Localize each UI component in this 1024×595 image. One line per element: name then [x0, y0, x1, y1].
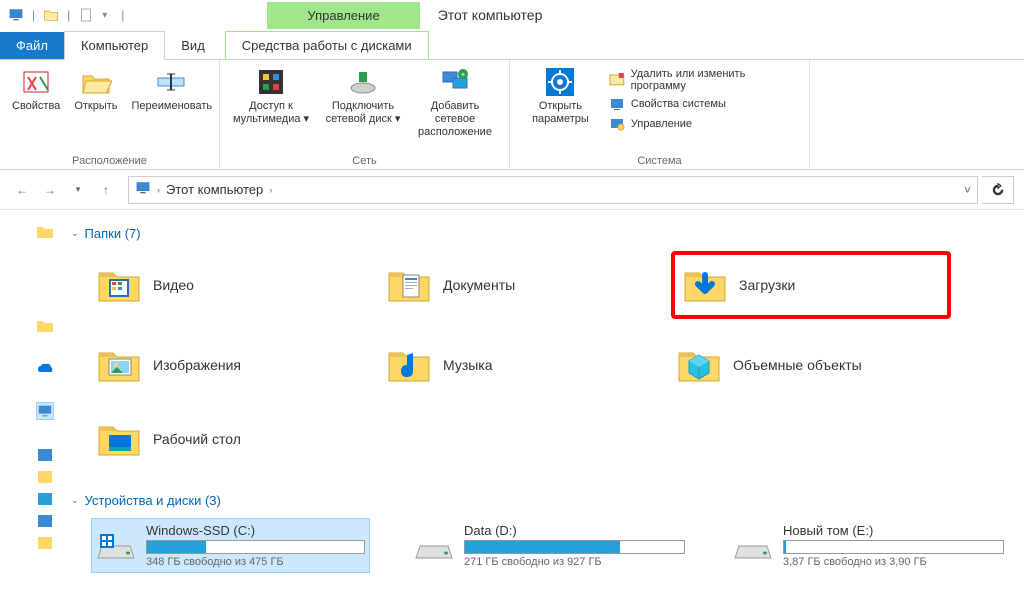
chevron-down-icon: ⌄ — [71, 495, 79, 506]
drive-item[interactable]: Data (D:) 271 ГБ свободно из 927 ГБ — [410, 518, 689, 573]
address-dropdown-icon[interactable]: ˅ — [964, 183, 971, 197]
recent-dropdown[interactable]: ▾ — [66, 178, 90, 202]
qa-doc-icon[interactable] — [78, 7, 94, 23]
back-button[interactable]: ← — [10, 178, 34, 202]
folder-label: Видео — [153, 277, 194, 293]
drive-icon — [96, 526, 136, 566]
content-area: ⌄ Папки (7) Видео Документы Загрузки Изобра… — [55, 210, 1024, 595]
drive-usage-bar — [146, 540, 365, 554]
folder-icon — [385, 341, 433, 389]
sidebar-item[interactable] — [36, 222, 54, 240]
drive-free-text: 348 ГБ свободно из 475 ГБ — [146, 556, 365, 568]
folder-item-video[interactable]: Видео — [91, 251, 371, 319]
tab-computer[interactable]: Компьютер — [64, 31, 165, 60]
forward-button[interactable]: → — [38, 178, 62, 202]
drive-name: Data (D:) — [464, 523, 685, 538]
qa-dropdown-icon[interactable]: ▾ — [102, 10, 107, 21]
ribbon: Свойства Открыть Переименовать Расположе… — [0, 60, 1024, 170]
group-network-label: Сеть — [228, 153, 501, 167]
refresh-button[interactable] — [982, 176, 1014, 204]
breadcrumb-pc-icon — [135, 180, 151, 199]
folder-label: Загрузки — [739, 277, 795, 293]
sidebar-item[interactable] — [36, 446, 54, 464]
add-net-location-button[interactable]: + Добавить сетевое расположение — [412, 64, 498, 142]
media-access-button[interactable]: Доступ к мультимедиа ▾ — [228, 64, 314, 128]
drive-usage-bar — [464, 540, 685, 554]
open-button[interactable]: Открыть — [70, 64, 121, 115]
folder-icon — [385, 261, 433, 309]
chevron-down-icon: ⌄ — [71, 228, 79, 239]
folder-label: Документы — [443, 277, 515, 293]
sidebar-item[interactable] — [36, 490, 54, 508]
tab-file[interactable]: Файл — [0, 32, 64, 59]
folder-item-downloads[interactable]: Загрузки — [671, 251, 951, 319]
drives-section-header[interactable]: ⌄ Устройства и диски (3) — [71, 487, 1008, 514]
folder-item-desktop[interactable]: Рабочий стол — [91, 411, 371, 467]
group-location-label: Расположение — [8, 153, 211, 167]
folder-icon — [95, 415, 143, 463]
svg-text:+: + — [461, 70, 466, 79]
sidebar-item-onedrive[interactable] — [36, 360, 54, 378]
sidebar-item[interactable] — [36, 316, 54, 334]
manage-context-tab[interactable]: Управление — [267, 2, 419, 29]
drive-name: Windows-SSD (C:) — [146, 523, 365, 538]
properties-button[interactable]: Свойства — [8, 64, 64, 115]
folder-item-3d[interactable]: Объемные объекты — [671, 337, 951, 393]
folders-section-header[interactable]: ⌄ Папки (7) — [71, 220, 1008, 247]
tab-drive-tools[interactable]: Средства работы с дисками — [225, 31, 429, 59]
sidebar[interactable] — [0, 210, 55, 595]
sidebar-item-this-pc[interactable] — [36, 402, 54, 420]
chevron-right-icon[interactable]: › — [269, 185, 272, 195]
title-bar: | | ▾ | Управление Этот компьютер — [0, 0, 1024, 30]
drive-icon — [733, 526, 773, 566]
pc-icon — [8, 7, 24, 23]
folder-icon — [95, 341, 143, 389]
map-drive-button[interactable]: Подключить сетевой диск ▾ — [320, 64, 406, 128]
address-row: ← → ▾ ↑ › Этот компьютер › ˅ — [0, 170, 1024, 210]
qa-folder-icon[interactable] — [43, 7, 59, 23]
folder-label: Музыка — [443, 357, 493, 373]
sidebar-item[interactable] — [36, 512, 54, 530]
folder-item-pictures[interactable]: Изображения — [91, 337, 371, 393]
drive-free-text: 3,87 ГБ свободно из 3,90 ГБ — [783, 556, 1004, 568]
drive-free-text: 271 ГБ свободно из 927 ГБ — [464, 556, 685, 568]
drive-item[interactable]: Новый том (E:) 3,87 ГБ свободно из 3,90 Г… — [729, 518, 1008, 573]
rename-button[interactable]: Переименовать — [128, 64, 214, 115]
folder-icon — [95, 261, 143, 309]
breadcrumb-segment[interactable]: Этот компьютер — [166, 182, 263, 197]
open-settings-button[interactable]: Открыть параметры — [518, 64, 603, 128]
folder-label: Изображения — [153, 357, 241, 373]
folder-label: Рабочий стол — [153, 431, 241, 447]
group-system-label: Система — [518, 153, 801, 167]
uninstall-program-link[interactable]: Удалить или изменить программу — [609, 68, 801, 92]
folder-item-docs[interactable]: Документы — [381, 251, 661, 319]
drive-name: Новый том (E:) — [783, 523, 1004, 538]
manage-link[interactable]: Управление — [609, 116, 801, 132]
sidebar-item[interactable] — [36, 534, 54, 552]
drive-usage-bar — [783, 540, 1004, 554]
system-properties-link[interactable]: Свойства системы — [609, 96, 801, 112]
up-button[interactable]: ↑ — [94, 178, 118, 202]
chevron-right-icon[interactable]: › — [157, 185, 160, 195]
folder-label: Объемные объекты — [733, 357, 862, 373]
drive-item[interactable]: Windows-SSD (C:) 348 ГБ свободно из 475 Г… — [91, 518, 370, 573]
folder-item-music[interactable]: Музыка — [381, 337, 661, 393]
drive-icon — [414, 526, 454, 566]
address-bar[interactable]: › Этот компьютер › ˅ — [128, 176, 978, 204]
menu-tabs: Файл Компьютер Вид Средства работы с дис… — [0, 30, 1024, 60]
window-title: Этот компьютер — [438, 7, 543, 23]
tab-view[interactable]: Вид — [165, 32, 221, 59]
folder-icon — [681, 261, 729, 309]
folder-icon — [675, 341, 723, 389]
sidebar-item[interactable] — [36, 468, 54, 486]
